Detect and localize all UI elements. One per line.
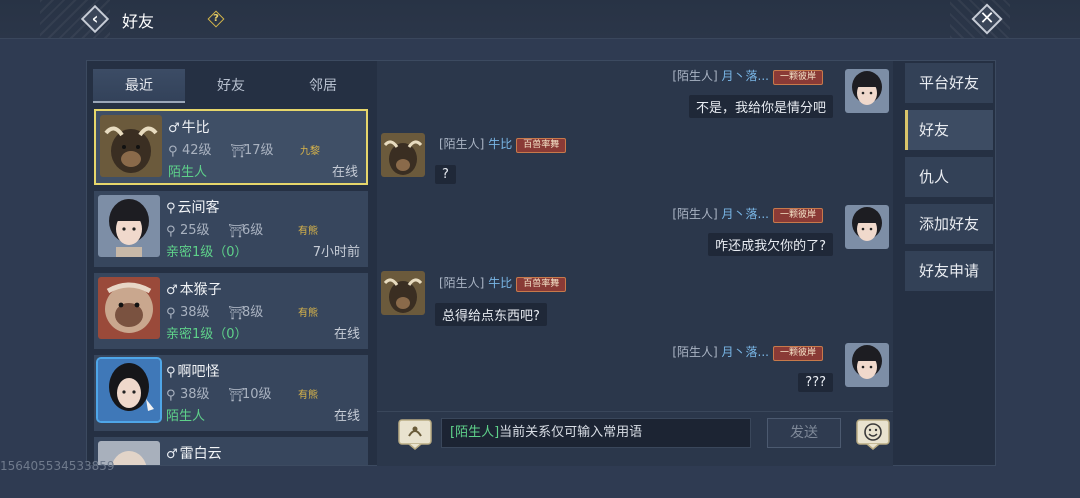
- user-id-watermark: 156405534533859: [0, 459, 115, 473]
- friend-level: ⚲ 38级: [166, 305, 210, 321]
- message-bubble: 咋还成我欠你的了?: [708, 233, 833, 256]
- avatar[interactable]: [845, 69, 889, 113]
- list-tabs: 最近 好友 邻居: [93, 69, 369, 103]
- message-sender: [陌生人] 牛比 百兽率舞: [439, 135, 567, 153]
- title-badge: 百兽率舞: [516, 138, 567, 153]
- friend-name: ♂ 雷白云: [166, 446, 222, 462]
- friend-name: ⚲ 云间客: [166, 200, 220, 216]
- menu-enemies[interactable]: 仇人: [905, 157, 993, 197]
- friend-level: ⚲ 42级: [168, 143, 212, 159]
- friend-card[interactable]: ⚲ 啊吧怪 ⚲ 38级 ⛩10级 有熊 陌生人 在线: [94, 355, 368, 431]
- message-bubble: ?: [435, 165, 456, 184]
- avatar: [98, 195, 160, 257]
- message-bubble: 总得给点东西吧?: [435, 303, 547, 326]
- friend-level: ⚲ 38级: [166, 387, 210, 403]
- message-bubble: 不是，我给你是情分吧: [688, 95, 833, 118]
- avatar[interactable]: [381, 133, 425, 177]
- tab-friends[interactable]: 好友: [185, 69, 277, 103]
- friend-level: ⚲ 25级: [166, 223, 210, 239]
- online-status: 7小时前: [312, 245, 360, 260]
- faction-tag: 有熊: [298, 226, 318, 237]
- send-button[interactable]: 发送: [767, 418, 841, 448]
- friends-panel: 最近 好友 邻居 ♂ 牛比 ⚲ 42级 ⛩17级 九黎 陌生人 在线 ⚲ 云间客…: [86, 60, 996, 466]
- message-bubble: ???: [798, 373, 833, 392]
- friend-card[interactable]: ♂ 本猴子 ⚲ 38级 ⛩8级 有熊 亲密1级（0） 在线: [94, 273, 368, 349]
- message-sender: [陌生人] 牛比 百兽率舞: [439, 274, 567, 292]
- title-badge: 一颗彼岸: [772, 346, 823, 361]
- friend-home-level: ⛩8级: [228, 305, 264, 321]
- avatar: [96, 357, 162, 423]
- title-badge: 百兽率舞: [516, 277, 567, 292]
- close-button[interactable]: ✕: [970, 2, 1004, 36]
- help-button[interactable]: ?: [207, 10, 225, 28]
- friend-list[interactable]: ♂ 牛比 ⚲ 42级 ⛩17级 九黎 陌生人 在线 ⚲ 云间客 ⚲ 25级 ⛩6…: [93, 107, 371, 465]
- avatar: [100, 115, 162, 177]
- tab-neighbors[interactable]: 邻居: [277, 69, 369, 103]
- friend-card[interactable]: ♂ 雷白云: [94, 437, 368, 465]
- menu-platform-friends[interactable]: 平台好友: [905, 63, 993, 103]
- relation-label: 陌生人: [168, 165, 208, 180]
- close-icon: ✕: [979, 8, 995, 29]
- title-badge: 一颗彼岸: [772, 208, 823, 223]
- friend-name: ⚲ 啊吧怪: [166, 364, 220, 380]
- friend-card[interactable]: ♂ 牛比 ⚲ 42级 ⛩17级 九黎 陌生人 在线: [94, 109, 368, 185]
- chat-input[interactable]: [陌生人]当前关系仅可输入常用语: [441, 418, 751, 448]
- avatar[interactable]: [845, 343, 889, 387]
- menu-friends[interactable]: 好友: [905, 110, 993, 150]
- title-badge: 一颗彼岸: [772, 70, 823, 85]
- avatar[interactable]: [845, 205, 889, 249]
- friend-list-column: 最近 好友 邻居 ♂ 牛比 ⚲ 42级 ⛩17级 九黎 陌生人 在线 ⚲ 云间客…: [87, 61, 375, 465]
- faction-tag: 有熊: [298, 308, 318, 319]
- online-status: 在线: [333, 327, 360, 342]
- relation-label: 亲密1级（0）: [166, 327, 248, 342]
- online-status: 在线: [333, 409, 360, 424]
- top-bar: ‹ 好友 ? ✕: [0, 0, 1080, 39]
- online-status: 在线: [331, 165, 358, 180]
- message-sender: [陌生人] 月丶落... 一颗彼岸: [672, 205, 823, 223]
- category-menu: 平台好友 好友 仇人 添加好友 好友申请: [905, 61, 995, 465]
- chevron-left-icon: ‹: [91, 9, 99, 28]
- faction-tag: 有熊: [298, 390, 318, 401]
- quick-phrase-button[interactable]: [397, 418, 433, 450]
- menu-friend-requests[interactable]: 好友申请: [905, 251, 993, 291]
- menu-add-friend[interactable]: 添加好友: [905, 204, 993, 244]
- friend-name: ♂ 牛比: [168, 120, 210, 136]
- page-title: 好友: [122, 12, 155, 31]
- faction-tag: 九黎: [300, 146, 320, 157]
- chat-log[interactable]: [陌生人] 月丶落... 一颗彼岸 不是，我给你是情分吧 [陌生人] 牛比 百兽率舞…: [377, 61, 893, 411]
- back-button[interactable]: ‹: [80, 4, 110, 34]
- avatar[interactable]: [381, 271, 425, 315]
- friend-name: ♂ 本猴子: [166, 282, 222, 298]
- question-icon: ?: [213, 13, 219, 24]
- friend-home-level: ⛩10级: [228, 387, 272, 403]
- emoji-icon: [856, 419, 890, 450]
- tab-recent[interactable]: 最近: [93, 69, 185, 103]
- chat-input-bar: [陌生人]当前关系仅可输入常用语 发送: [377, 411, 893, 466]
- relation-label: 亲密1级（0）: [166, 245, 248, 260]
- friend-card[interactable]: ⚲ 云间客 ⚲ 25级 ⛩6级 有熊 亲密1级（0） 7小时前: [94, 191, 368, 267]
- avatar: [98, 277, 160, 339]
- message-sender: [陌生人] 月丶落... 一颗彼岸: [672, 67, 823, 85]
- friend-home-level: ⛩17级: [230, 143, 274, 159]
- relation-label: 陌生人: [166, 409, 206, 424]
- message-sender: [陌生人] 月丶落... 一颗彼岸: [672, 343, 823, 361]
- quick-phrase-icon: [398, 419, 432, 450]
- friend-home-level: ⛩6级: [228, 223, 264, 239]
- emoji-button[interactable]: [855, 418, 891, 450]
